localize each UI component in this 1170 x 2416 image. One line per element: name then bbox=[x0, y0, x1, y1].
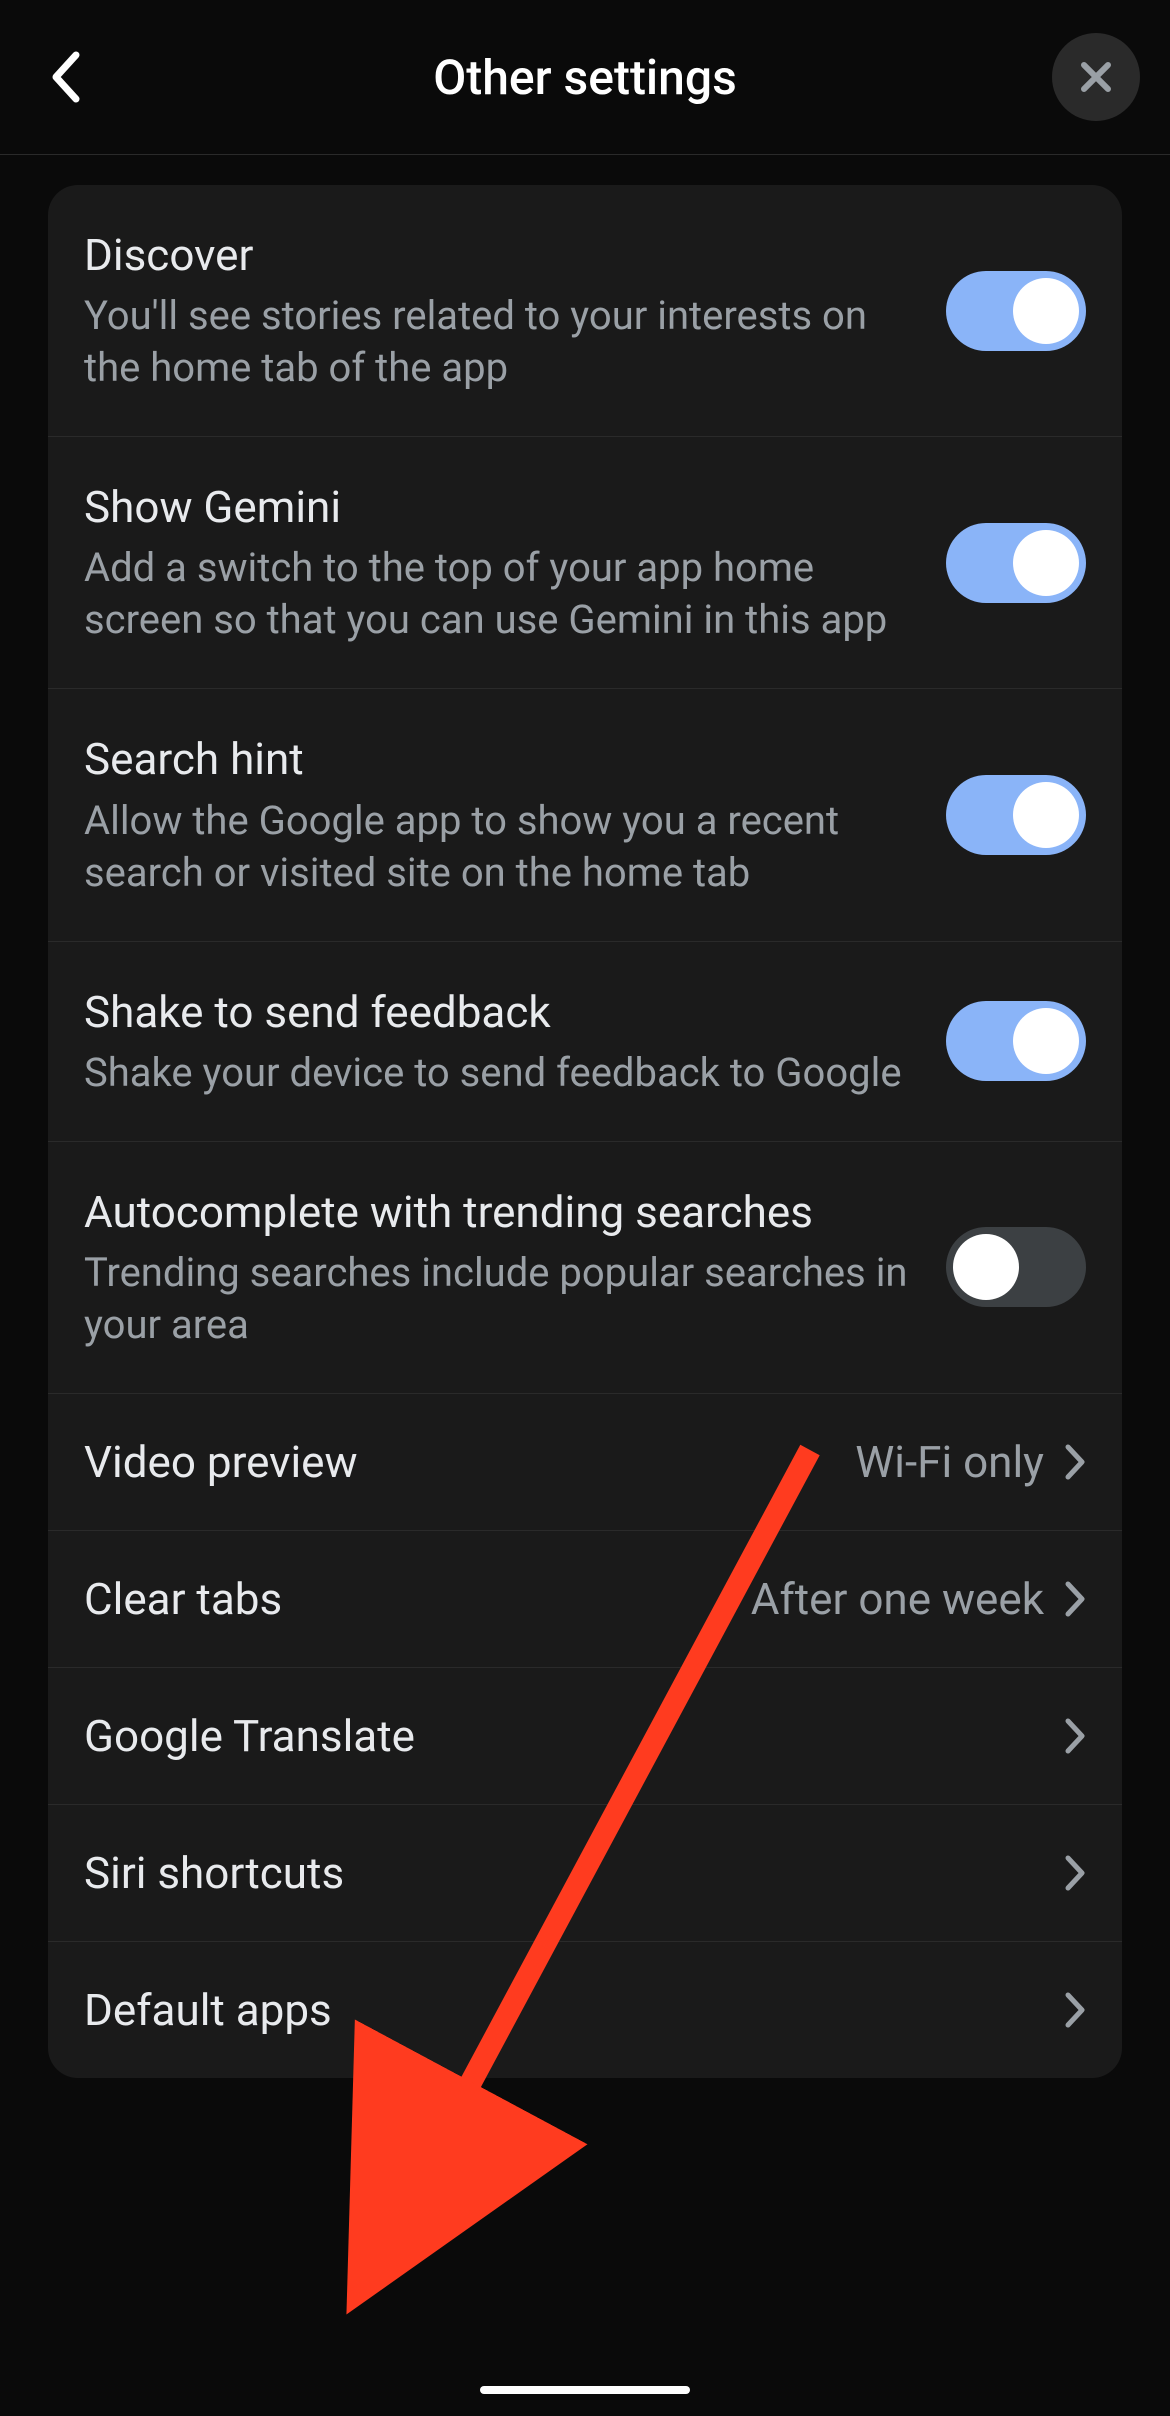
search-hint-toggle[interactable] bbox=[946, 775, 1086, 855]
setting-text: Show Gemini Add a switch to the top of y… bbox=[84, 479, 946, 646]
toggle-knob bbox=[1013, 1008, 1079, 1074]
setting-row-shake-feedback: Shake to send feedback Shake your device… bbox=[48, 942, 1122, 1142]
chevron-left-icon bbox=[48, 49, 82, 105]
chevron-right-icon bbox=[1064, 1580, 1086, 1618]
setting-desc: Shake your device to send feedback to Go… bbox=[84, 1047, 916, 1099]
chevron-right-icon bbox=[1064, 1854, 1086, 1892]
setting-desc: Trending searches include popular search… bbox=[84, 1247, 916, 1351]
nav-title: Video preview bbox=[84, 1436, 855, 1488]
setting-row-autocomplete-trending: Autocomplete with trending searches Tren… bbox=[48, 1142, 1122, 1394]
setting-title: Autocomplete with trending searches bbox=[84, 1184, 916, 1241]
close-button[interactable] bbox=[1052, 33, 1140, 121]
nav-title: Default apps bbox=[84, 1984, 1064, 2036]
chevron-right-icon bbox=[1064, 1991, 1086, 2029]
setting-title: Search hint bbox=[84, 731, 916, 788]
header: Other settings bbox=[0, 0, 1170, 155]
setting-title: Discover bbox=[84, 227, 916, 284]
toggle-knob bbox=[953, 1234, 1019, 1300]
setting-text: Search hint Allow the Google app to show… bbox=[84, 731, 946, 898]
shake-feedback-toggle[interactable] bbox=[946, 1001, 1086, 1081]
nav-row-clear-tabs[interactable]: Clear tabs After one week bbox=[48, 1531, 1122, 1668]
setting-row-show-gemini: Show Gemini Add a switch to the top of y… bbox=[48, 437, 1122, 689]
toggle-knob bbox=[1013, 278, 1079, 344]
nav-title: Siri shortcuts bbox=[84, 1847, 1064, 1899]
nav-value: After one week bbox=[751, 1573, 1044, 1625]
setting-title: Shake to send feedback bbox=[84, 984, 916, 1041]
settings-card: Discover You'll see stories related to y… bbox=[48, 185, 1122, 2078]
autocomplete-trending-toggle[interactable] bbox=[946, 1227, 1086, 1307]
close-icon bbox=[1076, 57, 1116, 97]
setting-desc: Add a switch to the top of your app home… bbox=[84, 542, 916, 646]
show-gemini-toggle[interactable] bbox=[946, 523, 1086, 603]
setting-row-search-hint: Search hint Allow the Google app to show… bbox=[48, 689, 1122, 941]
chevron-right-icon bbox=[1064, 1717, 1086, 1755]
setting-title: Show Gemini bbox=[84, 479, 916, 536]
nav-value: Wi-Fi only bbox=[855, 1436, 1044, 1488]
discover-toggle[interactable] bbox=[946, 271, 1086, 351]
nav-row-google-translate[interactable]: Google Translate bbox=[48, 1668, 1122, 1805]
home-indicator[interactable] bbox=[480, 2386, 690, 2394]
nav-row-default-apps[interactable]: Default apps bbox=[48, 1942, 1122, 2078]
nav-row-siri-shortcuts[interactable]: Siri shortcuts bbox=[48, 1805, 1122, 1942]
toggle-knob bbox=[1013, 530, 1079, 596]
nav-row-video-preview[interactable]: Video preview Wi-Fi only bbox=[48, 1394, 1122, 1531]
back-button[interactable] bbox=[30, 42, 100, 112]
toggle-knob bbox=[1013, 782, 1079, 848]
setting-desc: You'll see stories related to your inter… bbox=[84, 290, 916, 394]
setting-row-discover: Discover You'll see stories related to y… bbox=[48, 185, 1122, 437]
nav-title: Clear tabs bbox=[84, 1573, 751, 1625]
chevron-right-icon bbox=[1064, 1443, 1086, 1481]
setting-text: Autocomplete with trending searches Tren… bbox=[84, 1184, 946, 1351]
setting-desc: Allow the Google app to show you a recen… bbox=[84, 795, 916, 899]
setting-text: Shake to send feedback Shake your device… bbox=[84, 984, 946, 1099]
page-title: Other settings bbox=[433, 49, 737, 106]
nav-title: Google Translate bbox=[84, 1710, 1064, 1762]
setting-text: Discover You'll see stories related to y… bbox=[84, 227, 946, 394]
